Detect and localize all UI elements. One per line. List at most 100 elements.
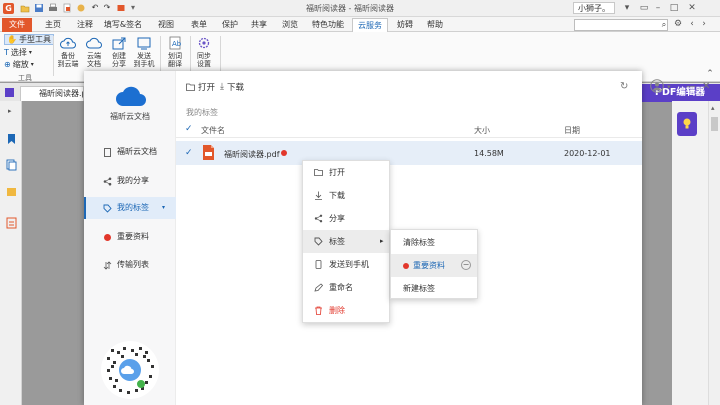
sync-settings-button[interactable]: 同步 设置: [190, 36, 218, 68]
send-to-phone-button[interactable]: 发送 到手机: [130, 36, 158, 68]
undo-icon[interactable]: ↶: [90, 3, 100, 13]
tab-form[interactable]: 表单: [186, 18, 212, 32]
menu-item-rename[interactable]: 重命名: [303, 276, 389, 299]
restore-ribbon-icon[interactable]: ▭: [638, 2, 650, 14]
comments-panel-icon[interactable]: [6, 187, 17, 199]
refresh-icon[interactable]: ↻: [620, 81, 628, 92]
maximize-icon[interactable]: □: [668, 2, 680, 14]
sidebar-item-my-shares[interactable]: 我的分享: [84, 170, 176, 192]
submenu-item-important[interactable]: 重要资料 −: [391, 254, 477, 277]
file-date: 2020-12-01: [564, 149, 611, 158]
tips-button[interactable]: [677, 112, 697, 136]
select-tool-button[interactable]: T 选择 ▾: [4, 47, 32, 58]
menu-item-tag[interactable]: 标签 ▸: [303, 230, 389, 253]
vertical-scrollbar[interactable]: ▴: [708, 101, 720, 405]
find-next-icon[interactable]: ›: [698, 18, 710, 30]
open-button[interactable]: 打开: [186, 81, 215, 93]
tab-fill-sign[interactable]: 填写&签名: [103, 18, 143, 32]
account-menu-icon[interactable]: ▾: [621, 2, 633, 14]
close-window-icon[interactable]: ✕: [686, 2, 698, 14]
sync-label-1: 同步: [197, 52, 211, 60]
sidebar-item-cloud-docs[interactable]: 福昕云文档: [84, 141, 176, 163]
caret-down-icon[interactable]: ▾: [162, 197, 165, 219]
column-header-date[interactable]: 日期: [564, 125, 580, 136]
download-button[interactable]: ⤓ 下载: [220, 81, 244, 93]
column-header-name[interactable]: 文件名: [201, 125, 225, 136]
folder-open-icon: [186, 83, 195, 91]
find-settings-icon[interactable]: ⚙: [672, 18, 684, 30]
phone-icon: [137, 37, 151, 50]
menu-item-delete[interactable]: 删除: [303, 299, 389, 322]
redo-icon[interactable]: ↷: [102, 3, 112, 13]
save-icon[interactable]: [34, 3, 44, 13]
hand-tool-button[interactable]: ✋ 手型工具: [4, 34, 54, 45]
menu-item-share[interactable]: 分享: [303, 207, 389, 230]
tab-view[interactable]: 视图: [153, 18, 179, 32]
scroll-up-icon[interactable]: ▴: [711, 104, 715, 112]
left-navigation-panel: ▸: [0, 101, 22, 405]
menu-item-download[interactable]: 下载: [303, 184, 389, 207]
text-select-icon: T: [4, 48, 9, 57]
tab-browse[interactable]: 浏览: [277, 18, 303, 32]
tab-cloud-service[interactable]: 云服务: [352, 18, 388, 32]
trash-icon: [315, 306, 322, 315]
pages-icon[interactable]: [6, 159, 17, 171]
search-icon[interactable]: ⌕: [659, 19, 669, 31]
remove-tag-icon[interactable]: −: [461, 260, 471, 270]
stamp-icon[interactable]: [116, 3, 126, 13]
document-tab[interactable]: 福昕阅读器.pdf: [20, 86, 84, 101]
minimize-icon[interactable]: –: [652, 2, 664, 14]
breadcrumb: 我的标签: [186, 108, 218, 117]
create-share-button[interactable]: 创建 分享: [105, 36, 133, 68]
menu-item-send-to-phone[interactable]: 发送到手机: [303, 253, 389, 276]
close-dialog-icon[interactable]: ✕: [702, 81, 710, 92]
send-phone-label-1: 发送: [137, 52, 151, 60]
select-all-checkbox[interactable]: ✓: [185, 124, 193, 134]
zoom-tool-button[interactable]: ⊕ 缩放 ▾: [4, 59, 34, 70]
print-icon[interactable]: [48, 3, 58, 13]
signature-panel-icon[interactable]: [6, 217, 17, 229]
sidebar-item-label: 福昕云文档: [117, 147, 157, 156]
tab-protect[interactable]: 保护: [217, 18, 243, 32]
tab-extra[interactable]: 妨碍: [392, 18, 418, 32]
sidebar-item-my-tags[interactable]: 我的标签 ▾: [84, 197, 176, 219]
submenu-arrow-icon: ▸: [380, 237, 384, 245]
hand-tool-icon: ✋: [7, 35, 17, 44]
backup-to-cloud-button[interactable]: 备份 到云端: [54, 36, 82, 68]
submenu-item-clear-tag[interactable]: 清除标签: [391, 231, 477, 254]
qr-code[interactable]: [101, 341, 159, 399]
create-share-label-1: 创建: [112, 52, 126, 60]
user-name-button[interactable]: 小狮子。: [573, 2, 615, 14]
word-translate-button[interactable]: Ab 划词 翻译: [161, 36, 189, 68]
column-header-size[interactable]: 大小: [474, 125, 490, 136]
tab-home[interactable]: 主页: [40, 18, 66, 32]
chevron-down-icon[interactable]: ▾: [667, 83, 671, 91]
submenu-item-new-tag[interactable]: 新建标签: [391, 277, 477, 300]
tab-help[interactable]: 帮助: [422, 18, 448, 32]
tab-comment[interactable]: 注释: [72, 18, 98, 32]
menu-item-open[interactable]: 打开: [303, 161, 389, 184]
share-icon: [112, 37, 126, 50]
hand-icon[interactable]: [76, 3, 86, 13]
new-doc-icon[interactable]: [62, 3, 72, 13]
open-folder-icon[interactable]: [20, 3, 30, 13]
translate-label-1: 划词: [168, 52, 182, 60]
sidebar-item-important[interactable]: 重要资料: [84, 226, 176, 248]
tab-share[interactable]: 共享: [246, 18, 272, 32]
customize-dropdown-icon[interactable]: ▾: [128, 3, 138, 13]
scroll-thumb[interactable]: [711, 117, 718, 131]
expand-panel-icon[interactable]: ▸: [8, 107, 12, 115]
user-avatar-icon[interactable]: [650, 79, 664, 93]
sidebar-item-transfers[interactable]: 传输列表: [84, 254, 176, 276]
row-checkbox[interactable]: ✓: [185, 148, 193, 158]
tab-file[interactable]: 文件: [2, 18, 32, 32]
find-prev-icon[interactable]: ‹: [686, 18, 698, 30]
search-input[interactable]: [574, 19, 668, 31]
bookmark-icon[interactable]: [6, 133, 17, 145]
tab-features[interactable]: 特色功能: [308, 18, 348, 32]
collapse-ribbon-icon[interactable]: ⌃: [704, 68, 716, 80]
select-label: 选择: [10, 48, 27, 57]
cloud-docs-button[interactable]: 云端 文档: [80, 36, 108, 68]
file-name[interactable]: 福昕阅读器.pdf: [224, 149, 280, 160]
minimize-dialog-icon[interactable]: —: [686, 81, 696, 92]
